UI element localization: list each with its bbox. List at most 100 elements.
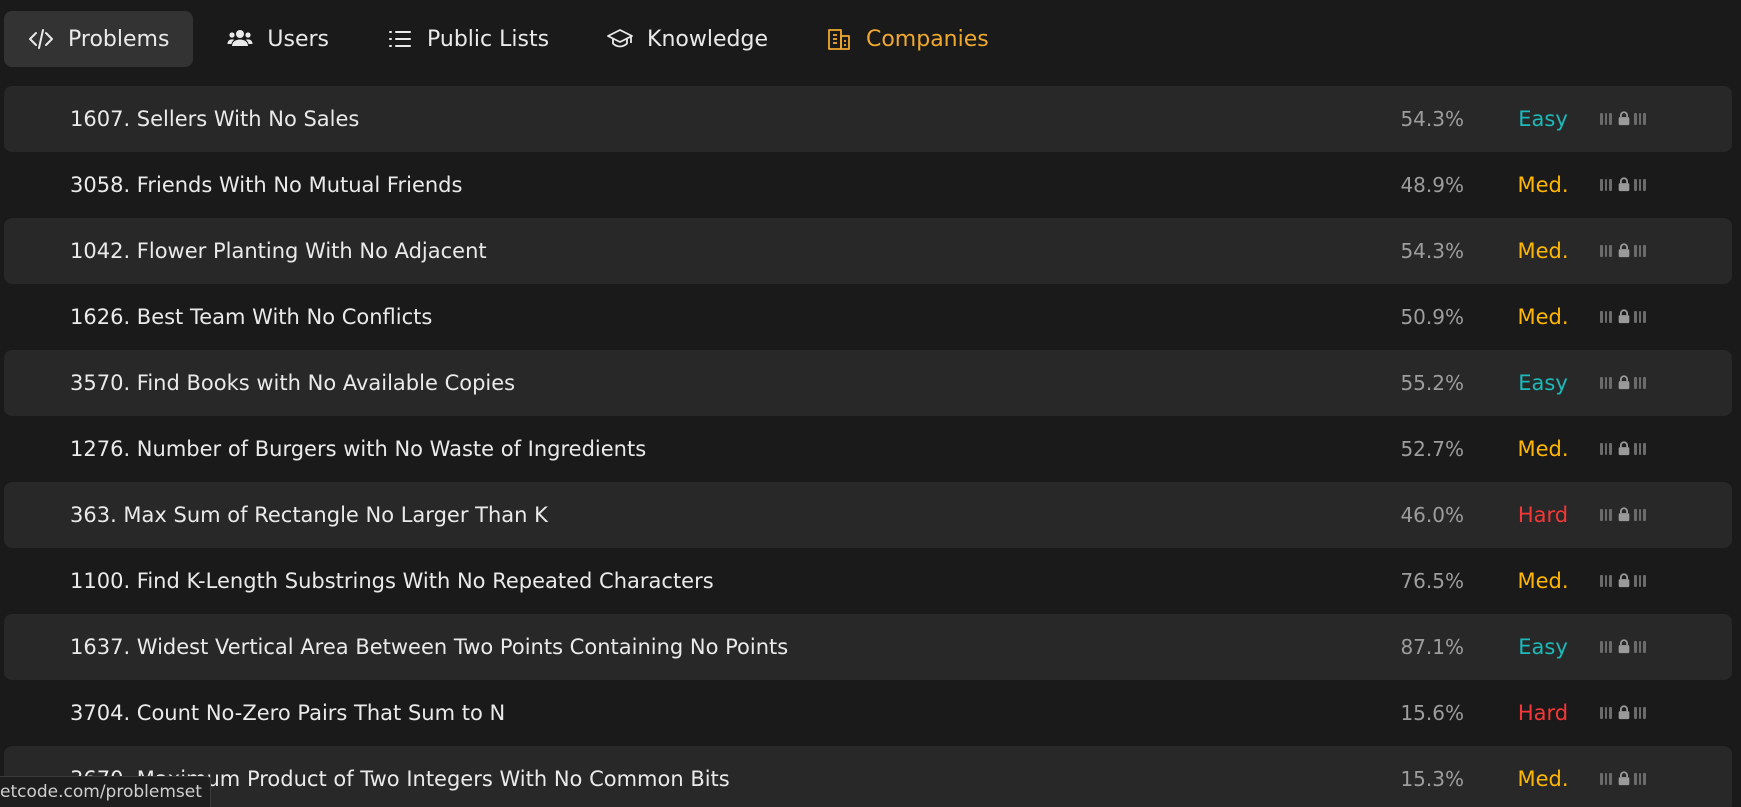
tab-knowledge[interactable]: Knowledge [583, 11, 792, 67]
table-row[interactable]: 3570. Find Books with No Available Copie… [4, 350, 1732, 416]
acceptance-rate: 55.2% [1400, 371, 1464, 395]
problem-title-link[interactable]: 1626. Best Team With No Conflicts [70, 305, 432, 329]
frequency-bar [1600, 245, 1603, 257]
table-row[interactable]: 1276. Number of Burgers with No Waste of… [4, 416, 1732, 482]
tab-users[interactable]: Users [203, 11, 353, 67]
frequency-bar [1600, 311, 1603, 323]
frequency-bar [1638, 443, 1642, 455]
tab-users-label: Users [267, 26, 330, 52]
table-row[interactable]: 3058. Friends With No Mutual Friends 48.9… [4, 152, 1732, 218]
problem-title-link[interactable]: 3570. Find Books with No Available Copie… [70, 371, 515, 395]
table-row[interactable]: 1637. Widest Vertical Area Between Two P… [4, 614, 1732, 680]
frequency-bar [1634, 509, 1637, 521]
tab-problems-label: Problems [68, 26, 170, 52]
acceptance-rate: 54.3% [1400, 107, 1464, 131]
acceptance-rate: 76.5% [1400, 569, 1464, 593]
frequency-locked[interactable] [1600, 573, 1648, 589]
problem-title-link[interactable]: 1042. Flower Planting With No Adjacent [70, 239, 487, 263]
building-icon [826, 26, 852, 52]
frequency-locked[interactable] [1600, 243, 1648, 259]
lock-icon [1616, 374, 1632, 392]
difficulty-badge: Med. [1517, 437, 1569, 461]
lock-icon [1616, 176, 1632, 194]
frequency-bar [1634, 179, 1637, 191]
frequency-locked[interactable] [1600, 771, 1648, 787]
acceptance-rate: 15.3% [1400, 767, 1464, 791]
frequency-bar [1609, 707, 1613, 719]
frequency-bar [1638, 377, 1642, 389]
acceptance-rate: 46.0% [1400, 503, 1464, 527]
difficulty-badge: Med. [1517, 239, 1569, 263]
status-bar-url: etcode.com/problemset [0, 776, 211, 807]
frequency-bar [1604, 311, 1608, 323]
frequency-bar [1643, 113, 1647, 125]
frequency-bar [1634, 113, 1637, 125]
table-row[interactable]: 1042. Flower Planting With No Adjacent 54… [4, 218, 1732, 284]
frequency-bar [1634, 245, 1637, 257]
tab-problems[interactable]: Problems [4, 11, 194, 67]
frequency-bar [1643, 509, 1647, 521]
frequency-bar [1609, 311, 1613, 323]
frequency-bar [1643, 179, 1647, 191]
problem-title-link[interactable]: 1100. Find K-Length Substrings With No R… [70, 569, 714, 593]
frequency-locked[interactable] [1600, 705, 1648, 721]
frequency-bar [1634, 773, 1637, 785]
table-row[interactable]: 363. Max Sum of Rectangle No Larger Than… [4, 482, 1732, 548]
difficulty-badge: Easy [1518, 107, 1568, 131]
frequency-bar [1643, 311, 1647, 323]
graduation-cap-icon [607, 26, 633, 52]
frequency-locked[interactable] [1600, 375, 1648, 391]
problem-title-link[interactable]: 1607. Sellers With No Sales [70, 107, 359, 131]
frequency-bar [1643, 443, 1647, 455]
frequency-bar [1609, 641, 1613, 653]
frequency-locked[interactable] [1600, 507, 1648, 523]
frequency-bar [1638, 113, 1642, 125]
acceptance-rate: 87.1% [1400, 635, 1464, 659]
acceptance-rate: 52.7% [1400, 437, 1464, 461]
lock-icon [1616, 770, 1632, 788]
lock-icon [1616, 440, 1632, 458]
table-row[interactable]: 3670. Maximum Product of Two Integers Wi… [4, 746, 1732, 807]
problem-title-link[interactable]: 1276. Number of Burgers with No Waste of… [70, 437, 646, 461]
frequency-bar [1604, 707, 1608, 719]
frequency-locked[interactable] [1600, 111, 1648, 127]
frequency-bar [1638, 575, 1642, 587]
table-row[interactable]: 1100. Find K-Length Substrings With No R… [4, 548, 1732, 614]
frequency-locked[interactable] [1600, 177, 1648, 193]
table-row[interactable]: 1626. Best Team With No Conflicts 50.9% Me… [4, 284, 1732, 350]
lock-icon [1616, 572, 1632, 590]
frequency-bar [1634, 311, 1637, 323]
frequency-bar [1600, 443, 1603, 455]
frequency-bar [1643, 245, 1647, 257]
frequency-bar [1638, 641, 1642, 653]
frequency-bar [1638, 773, 1642, 785]
problem-title-link[interactable]: 1637. Widest Vertical Area Between Two P… [70, 635, 788, 659]
tab-public-lists[interactable]: Public Lists [363, 11, 573, 67]
table-row[interactable]: 1607. Sellers With No Sales 54.3% Easy [4, 86, 1732, 152]
difficulty-badge: Easy [1518, 635, 1568, 659]
problem-title-link[interactable]: 3704. Count No-Zero Pairs That Sum to N [70, 701, 505, 725]
frequency-locked[interactable] [1600, 441, 1648, 457]
acceptance-rate: 54.3% [1400, 239, 1464, 263]
frequency-locked[interactable] [1600, 309, 1648, 325]
lock-icon [1616, 506, 1632, 524]
difficulty-badge: Med. [1517, 569, 1569, 593]
frequency-bar [1604, 377, 1608, 389]
code-icon [28, 26, 54, 52]
problem-list: 1607. Sellers With No Sales 54.3% Easy 3058… [4, 86, 1732, 807]
problem-title-link[interactable]: 3058. Friends With No Mutual Friends [70, 173, 462, 197]
lock-icon [1616, 638, 1632, 656]
frequency-bar [1643, 773, 1647, 785]
frequency-bar [1609, 575, 1613, 587]
frequency-bar [1604, 641, 1608, 653]
frequency-bar [1604, 773, 1608, 785]
frequency-bar [1638, 311, 1642, 323]
difficulty-badge: Easy [1518, 371, 1568, 395]
frequency-bar [1600, 575, 1603, 587]
difficulty-badge: Hard [1517, 701, 1569, 725]
problem-title-link[interactable]: 363. Max Sum of Rectangle No Larger Than… [70, 503, 548, 527]
table-row[interactable]: 3704. Count No-Zero Pairs That Sum to N 1… [4, 680, 1732, 746]
tab-companies-label: Companies [865, 26, 989, 52]
frequency-locked[interactable] [1600, 639, 1648, 655]
tab-companies[interactable]: Companies [802, 11, 1013, 67]
